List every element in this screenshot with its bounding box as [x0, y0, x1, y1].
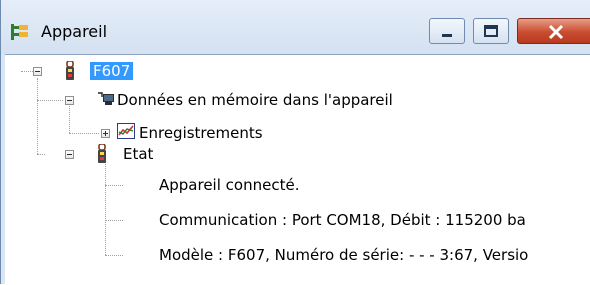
- tree-node-memory[interactable]: Données en mémoire dans l'appareil: [117, 90, 393, 110]
- tree-connector: [69, 103, 70, 133]
- minimize-button[interactable]: [429, 18, 465, 44]
- state-item-communication[interactable]: Communication : Port COM18, Débit : 1152…: [159, 210, 526, 230]
- state-item-model[interactable]: Modèle : F607, Numéro de série: - - - 3:…: [159, 245, 528, 265]
- state-collapse-toggle[interactable]: [65, 150, 74, 159]
- tree-connector: [105, 220, 123, 221]
- chart-icon: [117, 123, 135, 139]
- tree-node-root-label: F607: [90, 62, 134, 80]
- computer-memory-icon: [98, 92, 114, 105]
- root-collapse-toggle[interactable]: [33, 67, 42, 76]
- close-icon: [548, 24, 564, 40]
- memory-collapse-toggle[interactable]: [65, 96, 74, 105]
- tree-connector: [37, 154, 45, 155]
- tree-node-recordings[interactable]: Enregistrements: [139, 123, 263, 143]
- tree-connector: [105, 159, 106, 255]
- state-item-connected[interactable]: Appareil connecté.: [159, 175, 299, 195]
- tree-node-root[interactable]: F607: [90, 61, 134, 81]
- tree-view[interactable]: F607 Données en mémoire dans l'appareil …: [5, 54, 590, 285]
- title-bar[interactable]: Appareil: [1, 0, 590, 54]
- recordings-expand-toggle[interactable]: [101, 129, 110, 138]
- tree-connector: [37, 78, 38, 154]
- clamp-meter-icon: [98, 144, 106, 163]
- clamp-meter-icon: [66, 61, 74, 80]
- minimize-icon: [442, 34, 452, 37]
- tree-connector: [105, 255, 123, 256]
- app-window: Appareil F607 Données en mémoire dans l'…: [0, 0, 590, 285]
- device-tree-icon: [11, 24, 28, 40]
- tree-connector: [69, 133, 99, 134]
- tree-connector: [105, 185, 123, 186]
- window-title: Appareil: [41, 22, 108, 41]
- maximize-icon: [484, 25, 498, 37]
- close-button[interactable]: [517, 18, 590, 44]
- tree-node-state[interactable]: Etat: [123, 144, 153, 164]
- tree-connector: [37, 100, 63, 101]
- maximize-button[interactable]: [473, 18, 509, 44]
